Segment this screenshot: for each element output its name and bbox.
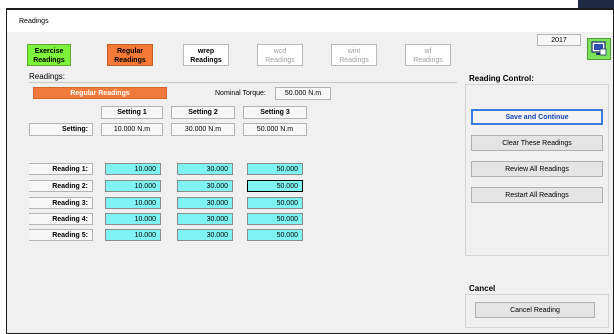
tab-label-line1: Regular: [116, 48, 144, 55]
review-all-readings-button[interactable]: Review All Readings: [471, 161, 603, 177]
reading-2-setting-2-input[interactable]: 30.000: [177, 180, 233, 192]
reading-1-setting-2-input[interactable]: 30.000: [177, 163, 233, 175]
reading-3-setting-3-input[interactable]: 50.000: [247, 197, 303, 209]
reading-1-setting-3-input[interactable]: 50.000: [247, 163, 303, 175]
restart-all-readings-button[interactable]: Restart All Readings: [471, 187, 603, 203]
setting-3-value: 50.000 N.m: [243, 123, 307, 136]
reading-control-label: Reading Control:: [469, 74, 534, 83]
tab-label-line2: Readings: [265, 57, 295, 64]
title-bar: Readings: [7, 10, 613, 32]
nominal-torque-label: Nominal Torque:: [215, 90, 266, 97]
cancel-section-label: Cancel: [469, 284, 496, 293]
reading-4-setting-1-input[interactable]: 10.000: [105, 213, 161, 225]
readings-divider: [29, 82, 457, 83]
reading-1-label: Reading 1:: [29, 163, 93, 175]
setting-1-value: 10.000 N.m: [101, 123, 163, 136]
monitor-button[interactable]: [587, 38, 611, 60]
nominal-torque-value: 50.000 N.m: [275, 87, 331, 100]
reading-4-setting-3-input[interactable]: 50.000: [247, 213, 303, 225]
reading-5-setting-2-input[interactable]: 30.000: [177, 229, 233, 241]
tab-label-line1: Exercise: [34, 48, 64, 55]
tab-label-line1: wrep: [197, 48, 215, 55]
reading-2-label: Reading 2:: [29, 180, 93, 192]
tab-label-line1: wcd: [273, 48, 287, 55]
tab-label-line2: Readings: [33, 57, 65, 64]
reading-2-setting-1-input[interactable]: 10.000: [105, 180, 161, 192]
tab-wcd-readings[interactable]: wcd Readings: [257, 44, 303, 66]
setting-2-header: Setting 2: [171, 106, 235, 119]
setting-2-value: 30.000 N.m: [171, 123, 235, 136]
setting-row-label: Setting:: [29, 123, 93, 136]
window-title: Readings: [19, 18, 49, 25]
clear-readings-button[interactable]: Clear These Readings: [471, 135, 603, 151]
cancel-reading-button[interactable]: Cancel Reading: [475, 302, 595, 318]
reading-5-label: Reading 5:: [29, 229, 93, 241]
tab-label-line2: Readings: [413, 57, 443, 64]
save-and-continue-button[interactable]: Save and Continue: [471, 109, 603, 125]
reading-4-setting-2-input[interactable]: 30.000: [177, 213, 233, 225]
readings-section-label: Readings:: [29, 72, 66, 81]
tab-wrep-readings[interactable]: wrep Readings: [183, 44, 229, 66]
readings-window: Readings Exercise Readings Regular Readi…: [6, 8, 614, 334]
year-field: 2017: [537, 34, 581, 46]
setting-1-header: Setting 1: [101, 106, 163, 119]
reading-1-setting-1-input[interactable]: 10.000: [105, 163, 161, 175]
tab-label-line2: Readings: [114, 57, 146, 64]
tab-regular-readings[interactable]: Regular Readings: [107, 44, 153, 66]
tab-label-line1: wf: [424, 48, 432, 55]
reading-3-setting-2-input[interactable]: 30.000: [177, 197, 233, 209]
reading-2-setting-3-input[interactable]: 50.000: [247, 180, 303, 192]
tab-wf-readings[interactable]: wf Readings: [405, 44, 451, 66]
monitor-icon: [591, 41, 607, 56]
tab-wint-readings[interactable]: wint Readings: [331, 44, 377, 66]
reading-3-label: Reading 3:: [29, 197, 93, 209]
reading-5-setting-3-input[interactable]: 50.000: [247, 229, 303, 241]
reading-4-label: Reading 4:: [29, 213, 93, 225]
reading-3-setting-1-input[interactable]: 10.000: [105, 197, 161, 209]
tab-label-line2: Readings: [190, 57, 222, 64]
regular-readings-banner: Regular Readings: [33, 87, 167, 99]
tab-label-line2: Readings: [339, 57, 369, 64]
setting-3-header: Setting 3: [243, 106, 307, 119]
reading-5-setting-1-input[interactable]: 10.000: [105, 229, 161, 241]
tab-exercise-readings[interactable]: Exercise Readings: [27, 44, 71, 66]
tab-label-line1: wint: [347, 48, 361, 55]
